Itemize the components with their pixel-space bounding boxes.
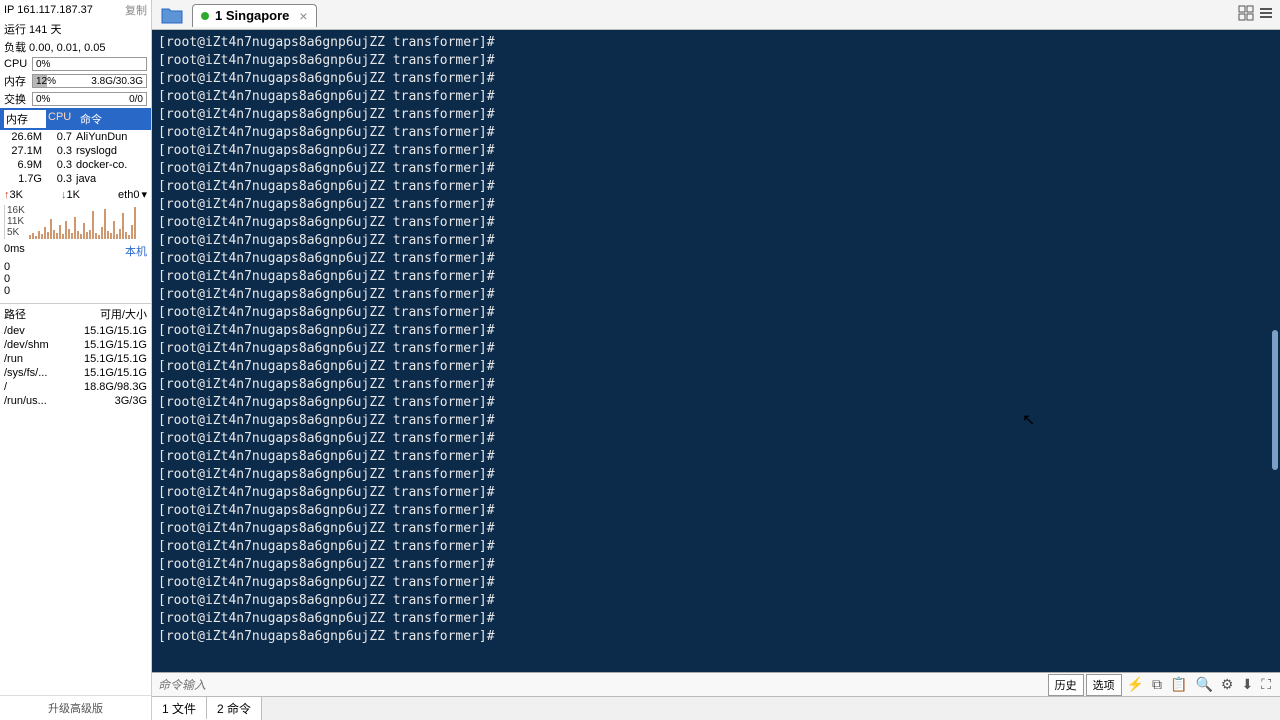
terminal-line: [root@iZt4n7nugaps8a6gnp6ujZZ transforme… — [158, 232, 1274, 250]
terminal-line: [root@iZt4n7nugaps8a6gnp6ujZZ transforme… — [158, 538, 1274, 556]
terminal-line: [root@iZt4n7nugaps8a6gnp6ujZZ transforme… — [158, 250, 1274, 268]
terminal-line: [root@iZt4n7nugaps8a6gnp6ujZZ transforme… — [158, 52, 1274, 70]
terminal-line: [root@iZt4n7nugaps8a6gnp6ujZZ transforme… — [158, 124, 1274, 142]
gear-icon[interactable]: ⚙ — [1218, 674, 1237, 695]
terminal-line: [root@iZt4n7nugaps8a6gnp6ujZZ transforme… — [158, 394, 1274, 412]
upgrade-button[interactable]: 升级高级版 — [0, 695, 151, 720]
options-button[interactable]: 选项 — [1086, 674, 1122, 696]
bolt-icon[interactable]: ⚡ — [1124, 674, 1147, 695]
sidebar: IP 161.117.187.37 复制 运行 141 天 负载 0.00, 0… — [0, 0, 152, 720]
close-icon[interactable]: × — [299, 8, 307, 24]
disk-row: /run/us...3G/3G — [0, 394, 151, 408]
command-input[interactable] — [158, 678, 1048, 692]
titlebar: 1 Singapore × — [152, 0, 1280, 30]
terminal-line: [root@iZt4n7nugaps8a6gnp6ujZZ transforme… — [158, 70, 1274, 88]
terminal-line: [root@iZt4n7nugaps8a6gnp6ujZZ transforme… — [158, 412, 1274, 430]
terminal-line: [root@iZt4n7nugaps8a6gnp6ujZZ transforme… — [158, 610, 1274, 628]
iface-select[interactable]: eth0 ▾ — [118, 188, 147, 201]
terminal-line: [root@iZt4n7nugaps8a6gnp6ujZZ transforme… — [158, 286, 1274, 304]
terminal-line: [root@iZt4n7nugaps8a6gnp6ujZZ transforme… — [158, 358, 1274, 376]
process-row[interactable]: 27.1M0.3rsyslogd — [0, 144, 151, 158]
session-tab[interactable]: 1 Singapore × — [192, 4, 317, 27]
tab-files[interactable]: 1 文件 — [152, 697, 207, 720]
network-sparkline: 16K 11K 5K — [4, 205, 147, 239]
terminal-line: [root@iZt4n7nugaps8a6gnp6ujZZ transforme… — [158, 556, 1274, 574]
process-row[interactable]: 26.6M0.7AliYunDun — [0, 130, 151, 144]
terminal-line: [root@iZt4n7nugaps8a6gnp6ujZZ transforme… — [158, 322, 1274, 340]
status-dot-icon — [201, 12, 209, 20]
copy-button[interactable]: 复制 — [125, 2, 147, 18]
terminal-line: [root@iZt4n7nugaps8a6gnp6ujZZ transforme… — [158, 628, 1274, 646]
terminal-line: [root@iZt4n7nugaps8a6gnp6ujZZ transforme… — [158, 520, 1274, 538]
terminal-line: [root@iZt4n7nugaps8a6gnp6ujZZ transforme… — [158, 34, 1274, 52]
terminal-line: [root@iZt4n7nugaps8a6gnp6ujZZ transforme… — [158, 304, 1274, 322]
terminal-line: [root@iZt4n7nugaps8a6gnp6ujZZ transforme… — [158, 484, 1274, 502]
terminal-line: [root@iZt4n7nugaps8a6gnp6ujZZ transforme… — [158, 268, 1274, 286]
net-stats: ↑3K ↓1K eth0 ▾ — [0, 186, 151, 203]
expand-icon[interactable]: ⛶ — [1258, 674, 1274, 695]
disk-row: /run15.1G/15.1G — [0, 352, 151, 366]
terminal-line: [root@iZt4n7nugaps8a6gnp6ujZZ transforme… — [158, 448, 1274, 466]
ping-local[interactable]: 本机 — [125, 243, 147, 259]
terminal-line: [root@iZt4n7nugaps8a6gnp6ujZZ transforme… — [158, 340, 1274, 358]
scrollbar[interactable] — [1272, 330, 1278, 470]
paste-icon[interactable]: 📋 — [1167, 674, 1190, 695]
load-text: 负载 0.00, 0.01, 0.05 — [0, 38, 151, 56]
disk-row: /dev15.1G/15.1G — [0, 324, 151, 338]
terminal-line: [root@iZt4n7nugaps8a6gnp6ujZZ transforme… — [158, 178, 1274, 196]
disk-row: /18.8G/98.3G — [0, 380, 151, 394]
chevron-down-icon: ▾ — [141, 188, 147, 201]
history-button[interactable]: 历史 — [1048, 674, 1084, 696]
terminal-line: [root@iZt4n7nugaps8a6gnp6ujZZ transforme… — [158, 196, 1274, 214]
search-icon[interactable]: 🔍 — [1192, 674, 1215, 695]
process-row[interactable]: 6.9M0.3docker-co. — [0, 158, 151, 172]
terminal-line: [root@iZt4n7nugaps8a6gnp6ujZZ transforme… — [158, 430, 1274, 448]
terminal[interactable]: [root@iZt4n7nugaps8a6gnp6ujZZ transforme… — [152, 30, 1280, 672]
cpu-meter: CPU 0% — [0, 56, 151, 72]
terminal-line: [root@iZt4n7nugaps8a6gnp6ujZZ transforme… — [158, 106, 1274, 124]
tab-commands[interactable]: 2 命令 — [207, 697, 262, 720]
terminal-line: [root@iZt4n7nugaps8a6gnp6ujZZ transforme… — [158, 160, 1274, 178]
process-header[interactable]: 内存 CPU 命令 — [0, 108, 151, 130]
grid-icon[interactable] — [1238, 5, 1254, 24]
command-input-bar: 历史 选项 ⚡ ⧉ 📋 🔍 ⚙ ⬇ ⛶ — [152, 672, 1280, 696]
uptime-text: 运行 141 天 — [0, 20, 151, 38]
ip-text: IP 161.117.187.37 — [4, 4, 93, 16]
terminal-line: [root@iZt4n7nugaps8a6gnp6ujZZ transforme… — [158, 88, 1274, 106]
ping-head: 0ms — [4, 243, 25, 259]
terminal-line: [root@iZt4n7nugaps8a6gnp6ujZZ transforme… — [158, 466, 1274, 484]
terminal-line: [root@iZt4n7nugaps8a6gnp6ujZZ transforme… — [158, 592, 1274, 610]
disk-header: 路径 可用/大小 — [0, 303, 151, 324]
terminal-line: [root@iZt4n7nugaps8a6gnp6ujZZ transforme… — [158, 502, 1274, 520]
menu-icon[interactable] — [1258, 5, 1274, 24]
mem-meter: 内存 12% 3.8G/30.3G — [0, 72, 151, 90]
terminal-line: [root@iZt4n7nugaps8a6gnp6ujZZ transforme… — [158, 142, 1274, 160]
bottom-tabs: 1 文件 2 命令 — [152, 696, 1280, 720]
download-icon[interactable]: ⬇ — [1238, 674, 1256, 695]
terminal-line: [root@iZt4n7nugaps8a6gnp6ujZZ transforme… — [158, 376, 1274, 394]
disk-row: /dev/shm15.1G/15.1G — [0, 338, 151, 352]
process-row[interactable]: 1.7G0.3java — [0, 172, 151, 186]
disk-row: /sys/fs/...15.1G/15.1G — [0, 366, 151, 380]
swap-meter: 交换 0% 0/0 — [0, 90, 151, 108]
folder-icon[interactable] — [152, 6, 192, 24]
copy-icon[interactable]: ⧉ — [1149, 674, 1165, 695]
terminal-line: [root@iZt4n7nugaps8a6gnp6ujZZ transforme… — [158, 574, 1274, 592]
terminal-line: [root@iZt4n7nugaps8a6gnp6ujZZ transforme… — [158, 214, 1274, 232]
